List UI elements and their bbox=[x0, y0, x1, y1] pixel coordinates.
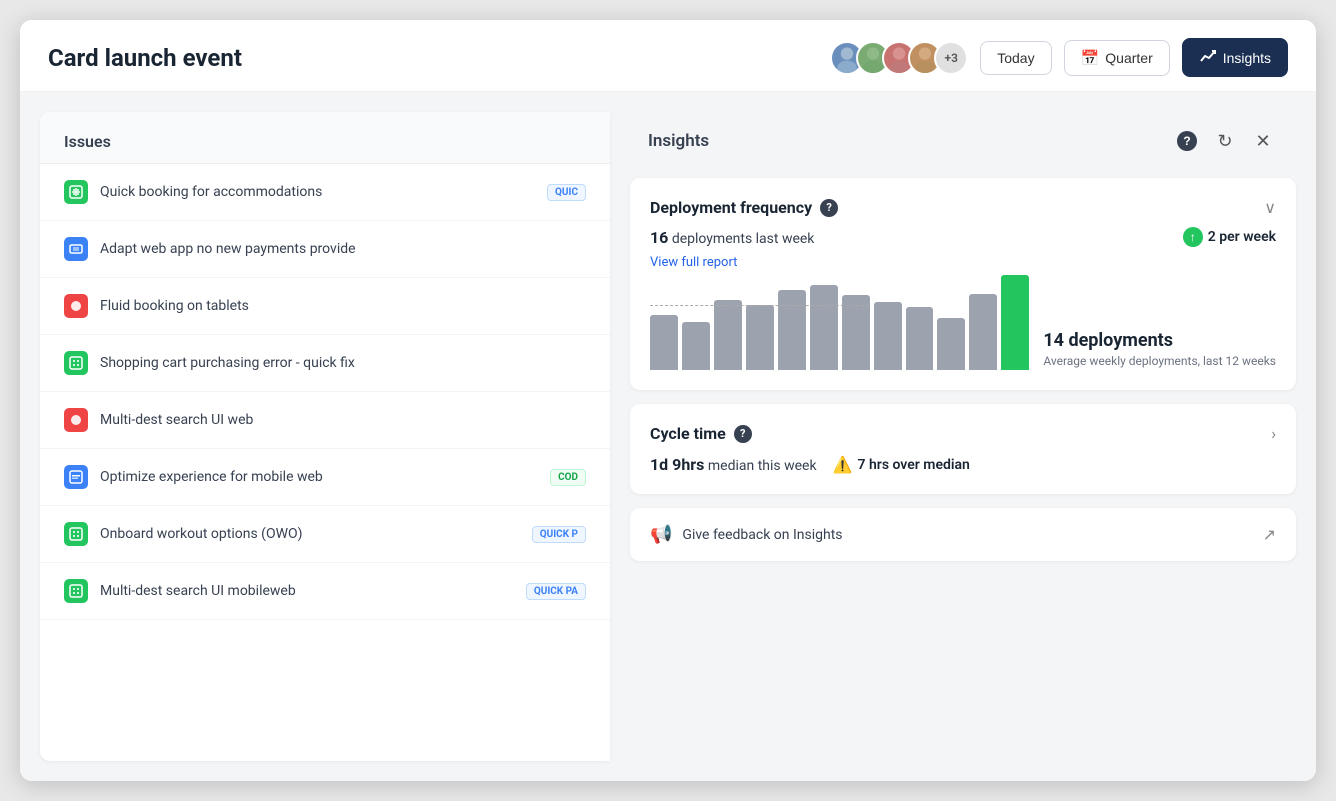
issue-text: Shopping cart purchasing error - quick f… bbox=[100, 355, 586, 371]
app-window: Card launch event +3 Today bbox=[20, 20, 1316, 781]
issue-badge: QUICK PA bbox=[526, 583, 586, 600]
chart-label-desc: Average weekly deployments, last 12 week… bbox=[1043, 353, 1276, 370]
bar-6 bbox=[810, 285, 838, 370]
feedback-left: 📢 Give feedback on Insights bbox=[650, 524, 843, 545]
issues-header: Issues bbox=[40, 112, 610, 164]
bar-1 bbox=[650, 315, 678, 370]
chart-label-count: 14 deployments bbox=[1043, 330, 1276, 351]
issue-icon-green bbox=[64, 351, 88, 375]
insights-panel: Insights ? ↻ ✕ bbox=[630, 112, 1296, 761]
avatars-group: +3 bbox=[830, 41, 968, 75]
bar-12-highlight bbox=[1001, 275, 1029, 370]
issue-icon-red bbox=[64, 294, 88, 318]
cycle-card: Cycle time ? › 1d 9hrs median this week … bbox=[630, 404, 1296, 494]
issue-text: Multi-dest search UI web bbox=[100, 412, 586, 428]
avatar-count: +3 bbox=[934, 41, 968, 75]
quarter-button[interactable]: 📅 Quarter bbox=[1064, 40, 1170, 76]
issue-icon-green bbox=[64, 522, 88, 546]
today-button[interactable]: Today bbox=[980, 41, 1051, 75]
list-item[interactable]: Adapt web app no new payments provide bbox=[40, 221, 610, 278]
list-item[interactable]: Fluid booking on tablets bbox=[40, 278, 610, 335]
bar-3 bbox=[714, 300, 742, 370]
insights-button[interactable]: Insights bbox=[1182, 38, 1288, 77]
issue-icon-blue bbox=[64, 465, 88, 489]
close-button[interactable]: ✕ bbox=[1248, 126, 1278, 156]
issues-panel: Issues Quick booking for accommodations … bbox=[40, 112, 610, 761]
cycle-title: Cycle time ? bbox=[650, 424, 752, 443]
issue-text: Fluid booking on tablets bbox=[100, 298, 586, 314]
stat-rate: ↑ 2 per week bbox=[1183, 227, 1276, 247]
deployment-chart: 14 deployments Average weekly deployment… bbox=[650, 270, 1276, 370]
list-item[interactable]: Multi-dest search UI mobileweb QUICK PA bbox=[40, 563, 610, 620]
bar-9 bbox=[906, 307, 934, 370]
cycle-stats: 1d 9hrs median this week ⚠️ 7 hrs over m… bbox=[650, 455, 1276, 474]
issue-icon-green bbox=[64, 579, 88, 603]
insights-panel-title: Insights bbox=[648, 131, 709, 151]
refresh-button[interactable]: ↻ bbox=[1210, 126, 1240, 156]
feedback-text: Give feedback on Insights bbox=[682, 527, 842, 543]
issue-icon-red bbox=[64, 408, 88, 432]
main-content: Issues Quick booking for accommodations … bbox=[20, 92, 1316, 781]
insights-panel-icons: ? ↻ ✕ bbox=[1172, 126, 1278, 156]
issue-text: Adapt web app no new payments provide bbox=[100, 241, 586, 257]
issues-list: Quick booking for accommodations QUIC Ad… bbox=[40, 164, 610, 620]
header-right: +3 Today 📅 Quarter Insights bbox=[830, 38, 1288, 77]
up-arrow-icon: ↑ bbox=[1183, 227, 1203, 247]
stat-deployments: 16 deployments last week bbox=[650, 228, 814, 247]
issue-text: Multi-dest search UI mobileweb bbox=[100, 583, 514, 599]
issue-text: Optimize experience for mobile web bbox=[100, 469, 538, 485]
view-report-link[interactable]: View full report bbox=[650, 255, 737, 270]
list-item[interactable]: Optimize experience for mobile web COD bbox=[40, 449, 610, 506]
header: Card launch event +3 Today bbox=[20, 20, 1316, 92]
calendar-icon: 📅 bbox=[1081, 49, 1100, 67]
warn-badge: ⚠️ 7 hrs over median bbox=[833, 455, 970, 474]
bar-11 bbox=[969, 294, 997, 370]
issue-icon-green bbox=[64, 180, 88, 204]
deployment-card: Deployment frequency ? ∨ 16 deployments … bbox=[630, 178, 1296, 390]
bar-5 bbox=[778, 290, 806, 370]
issues-title: Issues bbox=[64, 132, 111, 151]
issue-icon-blue bbox=[64, 237, 88, 261]
list-item[interactable]: Onboard workout options (OWO) QUICK P bbox=[40, 506, 610, 563]
bars-container bbox=[650, 270, 1029, 370]
feedback-card[interactable]: 📢 Give feedback on Insights ↗ bbox=[630, 508, 1296, 561]
chevron-down-icon: ∨ bbox=[1264, 198, 1276, 217]
issue-text: Onboard workout options (OWO) bbox=[100, 526, 520, 542]
issue-badge: QUICK P bbox=[532, 526, 586, 543]
list-item[interactable]: Quick booking for accommodations QUIC bbox=[40, 164, 610, 221]
deployment-stats: 16 deployments last week ↑ 2 per week bbox=[650, 227, 1276, 247]
cycle-card-header: Cycle time ? › bbox=[650, 424, 1276, 443]
bar-10 bbox=[937, 318, 965, 370]
cycle-stat: 1d 9hrs median this week bbox=[650, 455, 817, 474]
megaphone-icon: 📢 bbox=[650, 524, 672, 545]
deployment-card-header: Deployment frequency ? ∨ bbox=[650, 198, 1276, 217]
warning-icon: ⚠️ bbox=[833, 455, 853, 474]
chart-label: 14 deployments Average weekly deployment… bbox=[1029, 330, 1276, 370]
issue-badge: COD bbox=[550, 469, 586, 486]
help-icon-button[interactable]: ? bbox=[1172, 126, 1202, 156]
issue-text: Quick booking for accommodations bbox=[100, 184, 535, 200]
page-title: Card launch event bbox=[48, 44, 242, 72]
chart-bars bbox=[650, 270, 1029, 370]
cycle-help-icon: ? bbox=[734, 425, 752, 443]
question-circle-icon: ? bbox=[1177, 131, 1197, 151]
external-link-icon: ↗ bbox=[1263, 525, 1276, 544]
bar-7 bbox=[842, 295, 870, 370]
close-icon: ✕ bbox=[1255, 131, 1270, 152]
list-item[interactable]: Multi-dest search UI web bbox=[40, 392, 610, 449]
chart-avg-line bbox=[650, 305, 869, 306]
deployment-help-icon: ? bbox=[820, 199, 838, 217]
bar-8 bbox=[874, 302, 902, 370]
refresh-icon: ↻ bbox=[1217, 131, 1232, 152]
list-item[interactable]: Shopping cart purchasing error - quick f… bbox=[40, 335, 610, 392]
insights-icon bbox=[1199, 47, 1217, 68]
bar-2 bbox=[682, 322, 710, 370]
bar-4 bbox=[746, 305, 774, 370]
deployment-title: Deployment frequency ? bbox=[650, 198, 838, 217]
issue-badge: QUIC bbox=[547, 184, 586, 201]
chevron-right-icon: › bbox=[1271, 424, 1276, 443]
